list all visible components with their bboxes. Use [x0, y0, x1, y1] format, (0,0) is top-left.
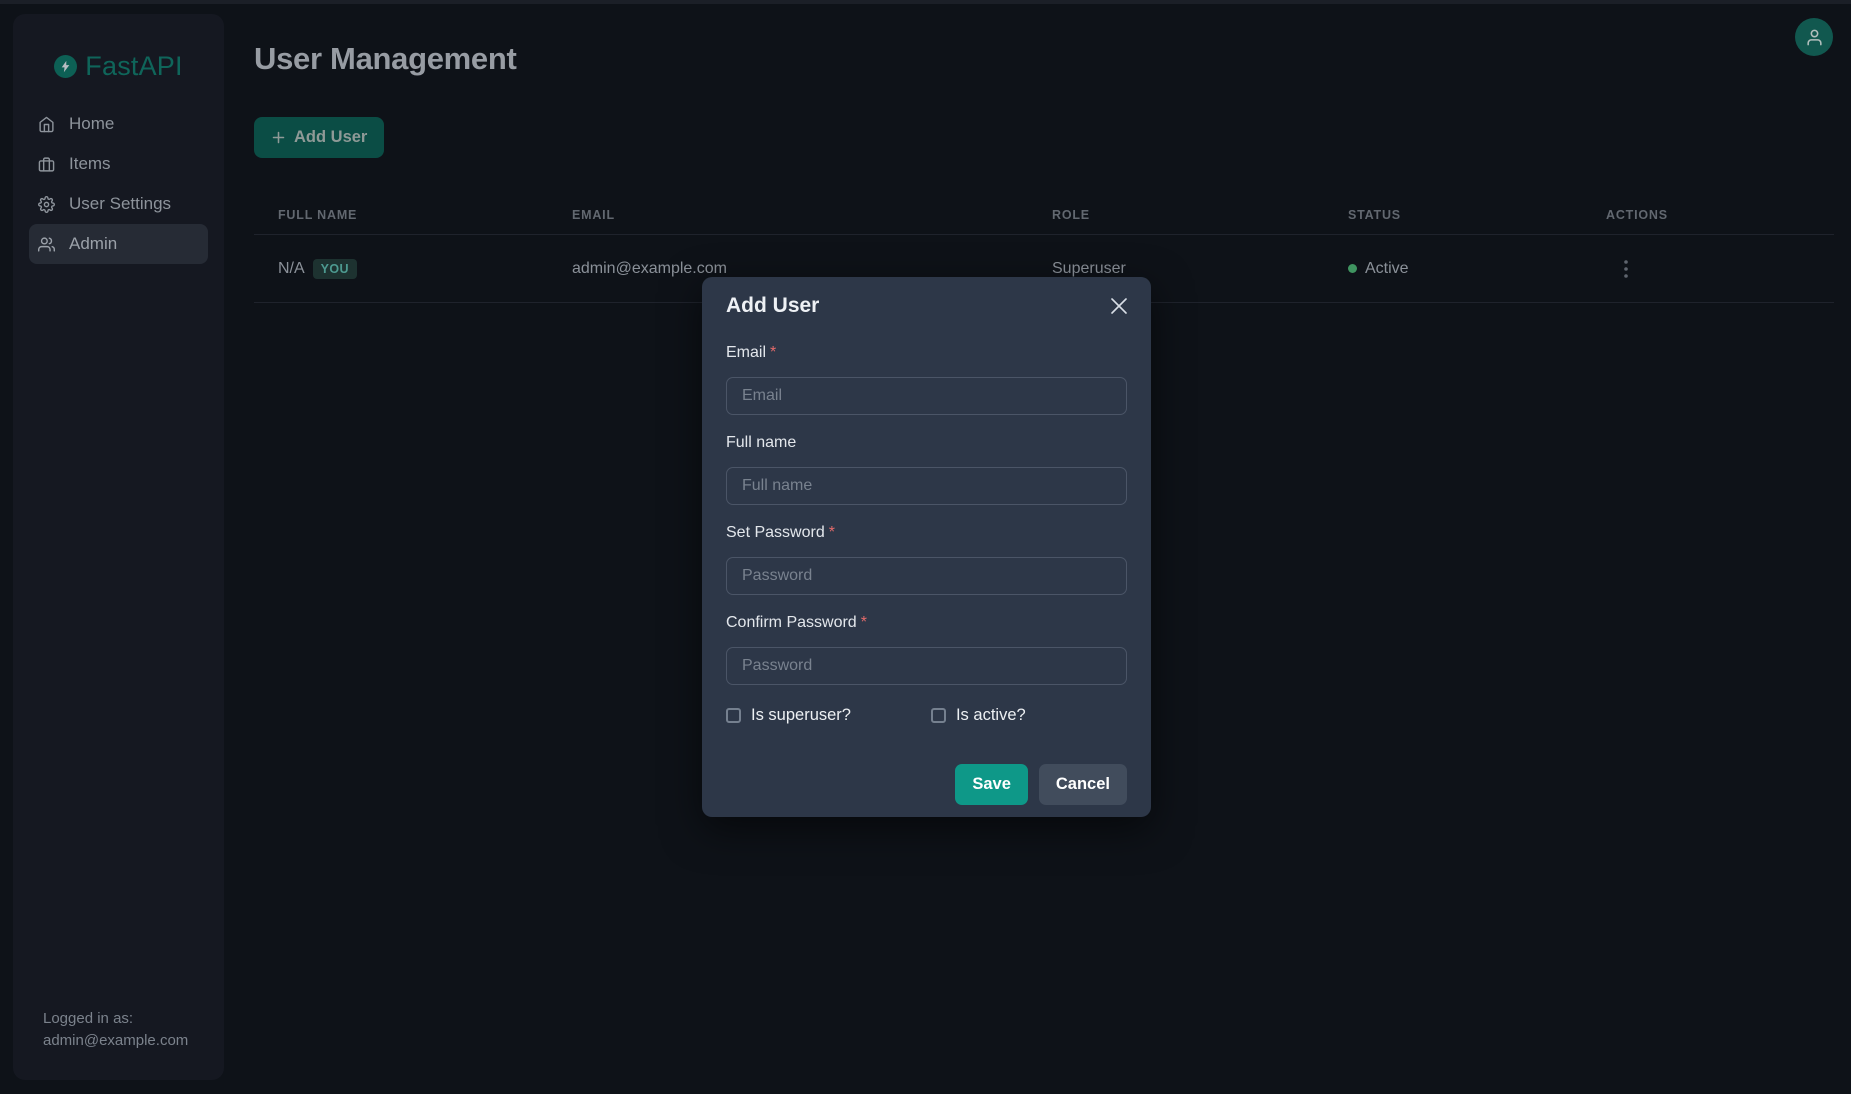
sidebar-item-items[interactable]: Items [29, 144, 208, 184]
sidebar: FastAPI Home Items User Settings Admin L… [13, 14, 224, 1080]
sidebar-nav: Home Items User Settings Admin [13, 104, 224, 264]
modal-close-button[interactable] [1107, 294, 1131, 318]
logo-text: FastAPI [85, 51, 182, 82]
save-button[interactable]: Save [955, 764, 1028, 805]
logged-in-label: Logged in as: [43, 1008, 188, 1030]
set-password-field-group: Set Password* [726, 524, 1127, 595]
ellipsis-vertical-icon [1624, 260, 1628, 278]
set-password-label: Set Password* [726, 524, 1127, 544]
add-user-button[interactable]: Add User [254, 117, 384, 158]
confirm-password-field-group: Confirm Password* [726, 614, 1127, 685]
full-name-field-group: Full name [726, 434, 1127, 505]
is-superuser-checkbox[interactable]: Is superuser? [726, 706, 851, 725]
users-icon [38, 236, 55, 253]
sidebar-item-home[interactable]: Home [29, 104, 208, 144]
page-title: User Management [254, 41, 517, 77]
full-name-field[interactable] [726, 467, 1127, 505]
table-header-row: Full name Email Role Status Actions [254, 195, 1834, 235]
modal-footer: Save Cancel [726, 764, 1127, 805]
required-asterisk: * [861, 614, 867, 631]
cell-actions [1582, 256, 1834, 282]
col-header-full-name: Full name [254, 208, 548, 222]
email-field[interactable] [726, 377, 1127, 415]
logged-in-email: admin@example.com [43, 1030, 188, 1052]
checkbox-box[interactable] [726, 708, 741, 723]
top-edge-strip [0, 0, 1851, 4]
col-header-email: Email [548, 208, 1028, 222]
sidebar-item-label: Items [69, 154, 111, 174]
checkbox-box[interactable] [931, 708, 946, 723]
col-header-role: Role [1028, 208, 1324, 222]
user-icon [1805, 28, 1824, 47]
cell-email: admin@example.com [548, 260, 1028, 278]
gear-icon [38, 196, 55, 213]
col-header-actions: Actions [1582, 208, 1834, 222]
confirm-password-label: Confirm Password* [726, 614, 1127, 634]
fastapi-logo: FastAPI [13, 53, 224, 79]
sidebar-item-label: Home [69, 114, 114, 134]
is-active-checkbox[interactable]: Is active? [931, 706, 1026, 725]
sidebar-item-admin[interactable]: Admin [29, 224, 208, 264]
status-active-dot [1348, 264, 1357, 273]
cancel-button[interactable]: Cancel [1039, 764, 1127, 805]
add-user-modal: Add User Email* Full name Set Password* … [702, 277, 1151, 817]
modal-title: Add User [726, 294, 1127, 318]
full-name-label: Full name [726, 434, 1127, 454]
add-user-label: Add User [294, 128, 367, 147]
required-asterisk: * [770, 344, 776, 361]
you-badge: YOU [313, 259, 357, 279]
user-menu-avatar[interactable] [1795, 18, 1833, 56]
modal-checkbox-row: Is superuser? Is active? [726, 706, 1127, 725]
confirm-password-field[interactable] [726, 647, 1127, 685]
briefcase-icon [38, 156, 55, 173]
home-icon [38, 116, 55, 133]
sidebar-item-user-settings[interactable]: User Settings [29, 184, 208, 224]
sidebar-item-label: Admin [69, 234, 117, 254]
sidebar-item-label: User Settings [69, 194, 171, 214]
email-field-group: Email* [726, 344, 1127, 415]
email-label: Email* [726, 344, 1127, 364]
logged-in-info: Logged in as: admin@example.com [43, 1008, 188, 1052]
set-password-field[interactable] [726, 557, 1127, 595]
cell-status: Active [1324, 260, 1582, 278]
col-header-status: Status [1324, 208, 1582, 222]
cell-full-name: N/A YOU [254, 259, 548, 279]
fastapi-bolt-icon [54, 55, 77, 78]
cell-role: Superuser [1028, 260, 1324, 278]
plus-icon [271, 130, 286, 145]
row-actions-menu-button[interactable] [1620, 256, 1632, 282]
required-asterisk: * [829, 524, 835, 541]
close-icon [1111, 298, 1127, 314]
